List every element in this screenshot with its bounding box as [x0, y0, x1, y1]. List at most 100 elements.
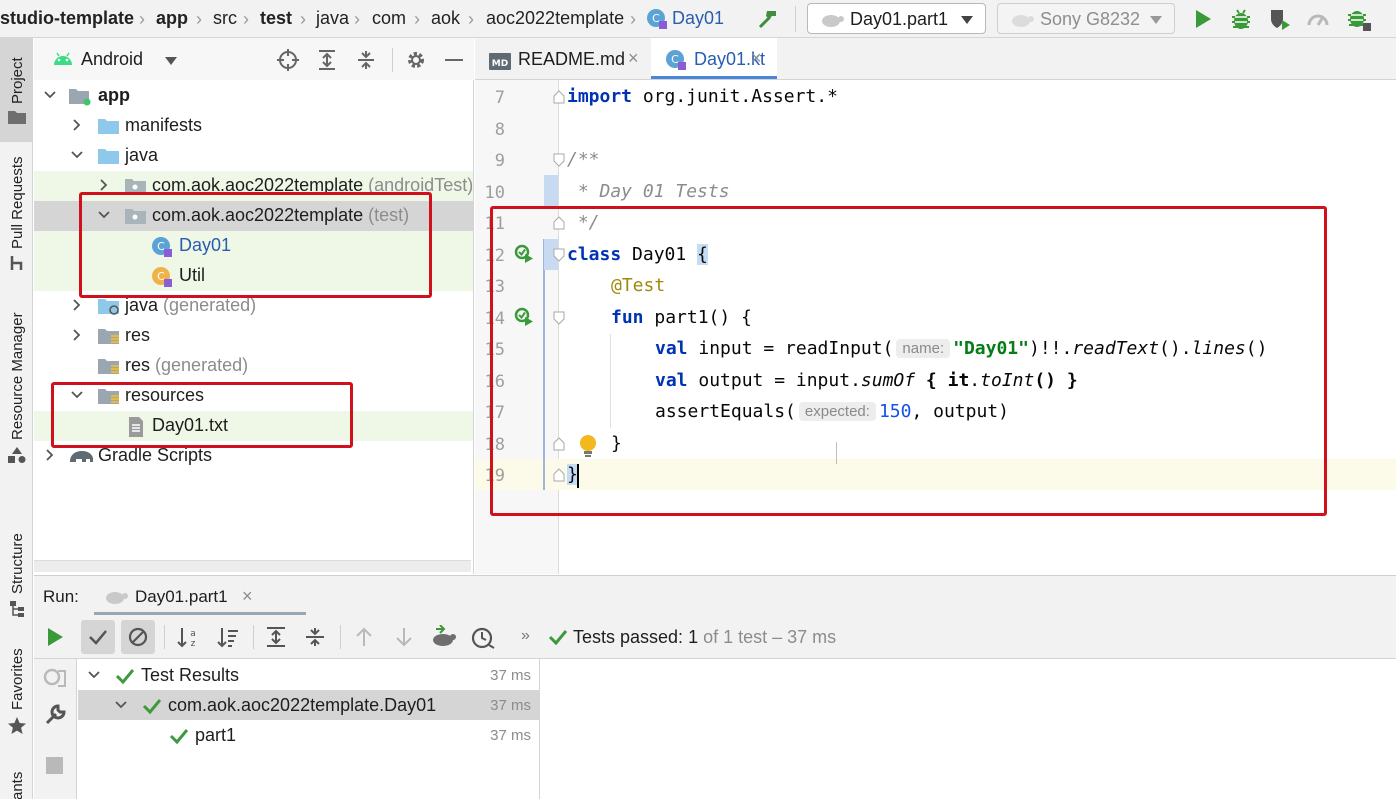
- chevron-down-icon[interactable]: [113, 697, 129, 713]
- breadcrumb-separator: ›: [468, 9, 474, 29]
- debug-icon[interactable]: [1229, 7, 1253, 31]
- collapse-all-icon[interactable]: [356, 49, 376, 71]
- chevron-right-icon[interactable]: [69, 327, 85, 343]
- toolbar-divider: [392, 48, 393, 72]
- tool-window-strip: Project Pull Requests Resource Manager S…: [0, 38, 33, 799]
- kotlin-class-icon: C: [665, 49, 687, 71]
- sort-alphabetically-icon[interactable]: az: [177, 626, 199, 648]
- previous-failed-test-icon[interactable]: [354, 626, 374, 648]
- minimize-icon[interactable]: [445, 59, 463, 61]
- expand-all-icon[interactable]: [317, 49, 337, 71]
- resources-folder-icon: [97, 356, 119, 376]
- wrench-icon[interactable]: [44, 704, 66, 726]
- close-icon[interactable]: ×: [751, 48, 762, 69]
- chevron-right-icon[interactable]: [69, 117, 85, 133]
- breadcrumb-app[interactable]: app: [156, 8, 188, 29]
- gradle-elephant-icon: [68, 446, 93, 466]
- test-results-class[interactable]: com.aok.aoc2022template.Day01 37 ms: [78, 690, 539, 720]
- locate-file-icon[interactable]: [277, 49, 299, 71]
- test-duration: 37 ms: [490, 667, 531, 684]
- project-tool-label[interactable]: Project: [9, 57, 26, 104]
- breadcrumb-src[interactable]: src: [213, 8, 237, 29]
- change-marker: [544, 175, 558, 206]
- tree-item-res-generated[interactable]: res (generated): [34, 351, 473, 381]
- markdown-file-icon: MD: [489, 51, 511, 71]
- tree-item-label: java: [125, 145, 159, 165]
- attach-debugger-icon[interactable]: [1346, 6, 1372, 32]
- chevron-right-icon[interactable]: [69, 297, 85, 313]
- chevron-down-icon[interactable]: [86, 667, 102, 683]
- tree-item-app[interactable]: app: [34, 81, 473, 111]
- breadcrumb-test[interactable]: test: [260, 8, 292, 29]
- chevron-right-icon[interactable]: [42, 447, 58, 463]
- code-line-10[interactable]: * Day 01 Tests: [567, 181, 730, 202]
- close-icon[interactable]: ×: [242, 586, 253, 607]
- fold-icon[interactable]: [553, 153, 565, 167]
- chevron-down-icon: [961, 16, 973, 24]
- tree-item-manifests[interactable]: manifests: [34, 111, 473, 141]
- folder-icon: [8, 110, 26, 124]
- breadcrumb-java[interactable]: java: [316, 8, 349, 29]
- annotation-box: [51, 382, 353, 448]
- more-actions-icon[interactable]: »: [521, 627, 530, 645]
- test-results-root[interactable]: Test Results 37 ms: [78, 660, 539, 690]
- fold-icon[interactable]: [553, 90, 565, 104]
- coverage-icon[interactable]: [1268, 7, 1292, 31]
- pull-requests-tool-label[interactable]: Pull Requests: [9, 156, 26, 249]
- chevron-down-icon[interactable]: [42, 87, 58, 103]
- chevron-right-icon[interactable]: [96, 177, 112, 193]
- show-ignored-toggle[interactable]: [121, 620, 155, 654]
- device-select[interactable]: Sony G8232: [997, 3, 1175, 34]
- project-view-mode[interactable]: Android: [81, 49, 143, 70]
- next-failed-test-icon[interactable]: [394, 626, 414, 648]
- line-number: 7: [494, 88, 505, 108]
- resource-manager-tool-label[interactable]: Resource Manager: [9, 312, 26, 440]
- chevron-down-icon[interactable]: [69, 147, 85, 163]
- breadcrumb-com[interactable]: com: [372, 8, 406, 29]
- gear-icon[interactable]: [405, 49, 427, 71]
- hammer-build-icon[interactable]: [756, 7, 780, 31]
- ignored-icon: [128, 627, 148, 647]
- run-configuration-select[interactable]: Day01.part1: [807, 3, 986, 34]
- ant-tool-label[interactable]: ants: [9, 772, 26, 799]
- tree-item-label: app: [98, 85, 131, 105]
- breadcrumb-aok[interactable]: aok: [431, 8, 460, 29]
- stop-icon[interactable]: [46, 757, 63, 774]
- star-icon: [7, 716, 27, 736]
- rerun-icon[interactable]: [45, 627, 65, 647]
- svg-text:C: C: [652, 12, 660, 25]
- test-results-method[interactable]: part1 37 ms: [78, 720, 539, 750]
- collapse-all-icon[interactable]: [304, 626, 326, 648]
- test-status-summary: Tests passed: 1 of 1 test – 37 ms: [573, 627, 837, 647]
- close-icon[interactable]: ×: [628, 48, 639, 69]
- import-tests-icon[interactable]: [430, 625, 456, 649]
- code-line-7[interactable]: import org.junit.Assert.*: [567, 86, 838, 107]
- tree-item-java[interactable]: java: [34, 141, 473, 171]
- breadcrumb-package[interactable]: aoc2022template: [486, 8, 624, 29]
- history-clock-icon[interactable]: [471, 625, 495, 649]
- favorites-tool-label[interactable]: Favorites: [9, 648, 26, 710]
- run-tab[interactable]: Day01.part1 ×: [94, 576, 306, 615]
- sort-by-duration-icon[interactable]: [217, 626, 239, 648]
- rerun-failed-icon[interactable]: [43, 666, 67, 688]
- profiler-icon[interactable]: [1306, 7, 1330, 31]
- breadcrumb-file[interactable]: Day01: [672, 8, 724, 29]
- android-icon: [52, 50, 74, 66]
- tab-day01[interactable]: C Day01.kt ×: [651, 38, 777, 79]
- chevron-down-icon: [1150, 16, 1162, 24]
- tree-item-label: java (generated): [125, 295, 257, 315]
- generated-folder-icon: [97, 296, 119, 316]
- tab-label: README.md: [518, 49, 626, 69]
- test-duration: 37 ms: [490, 727, 531, 744]
- run-icon[interactable]: [1192, 8, 1214, 30]
- horizontal-scrollbar[interactable]: [34, 560, 471, 572]
- tree-item-res[interactable]: res: [34, 321, 473, 351]
- expand-all-icon[interactable]: [265, 626, 287, 648]
- chevron-down-icon[interactable]: [165, 57, 177, 65]
- tab-readme[interactable]: MD README.md ×: [475, 38, 651, 79]
- structure-tool-label[interactable]: Structure: [9, 533, 26, 594]
- success-check-icon: [169, 729, 189, 745]
- code-line-9[interactable]: /**: [567, 149, 600, 170]
- breadcrumb-project[interactable]: studio-template: [0, 8, 134, 29]
- show-passed-toggle[interactable]: [81, 620, 115, 654]
